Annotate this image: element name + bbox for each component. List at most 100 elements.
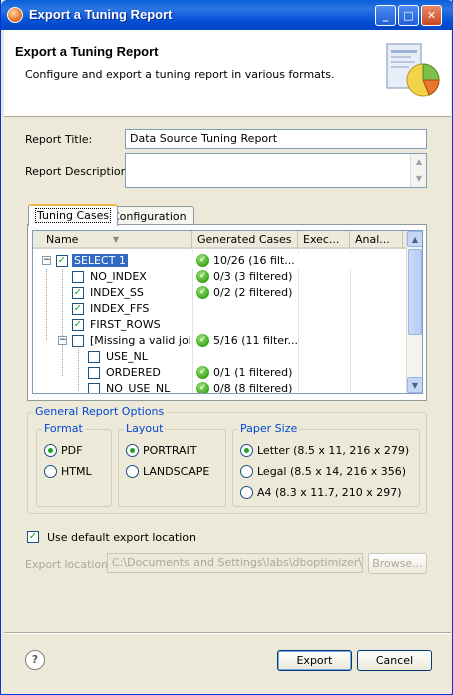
row-name: INDEX_SS [90,286,144,299]
column-header-executed[interactable]: Exec... [298,231,350,249]
report-description-label: Report Description: [25,165,132,178]
checkbox-index-ffs[interactable]: ✓ [72,303,84,315]
sort-icon: ▼ [113,235,120,244]
export-dialog: Export a Tuning Report _ □ ✕ Export a Tu… [0,0,453,695]
tab-tuning-cases[interactable]: Tuning Cases [28,204,119,226]
generated-cases: 0/8 (8 filtered) [213,382,293,394]
report-title-label: Report Title: [25,133,93,146]
table-row[interactable]: NO_USE_NL ✓ 0/8 (8 filtered) [33,381,408,394]
table-row[interactable]: ✓ INDEX_FFS [33,301,408,317]
maximize-icon: □ [403,9,414,22]
generated-cases: 0/1 (1 filtered) [213,366,293,379]
table-row[interactable]: USE_NL [33,349,408,365]
scroll-down-icon[interactable]: ▼ [407,377,422,393]
group-label: General Report Options [33,405,167,418]
window-title: Export a Tuning Report [29,7,173,22]
scroll-up-icon[interactable]: ▲ [407,231,422,247]
table-row[interactable]: − ✓ SELECT 1 ✓ 10/26 (16 filt... [33,253,408,269]
row-name: NO_USE_NL [106,382,171,394]
checkbox-no-index[interactable] [72,271,84,283]
success-icon: ✓ [196,270,209,283]
success-icon: ✓ [196,254,209,267]
radio-landscape-label[interactable]: LANDSCAPE [143,465,209,478]
table-row[interactable]: ✓ INDEX_SS ✓ 0/2 (2 filtered) [33,285,408,301]
wizard-header: Export a Tuning Report Configure and exp… [4,30,451,117]
radio-legal-label[interactable]: Legal (8.5 x 14, 216 x 356) [257,465,406,478]
radio-a4-label[interactable]: A4 (8.3 x 11.7, 210 x 297) [257,486,402,499]
table-row[interactable]: − [Missing a valid join c ✓ 5/16 (11 fil… [33,333,408,349]
layout-group: Layout PORTRAIT LANDSCAPE [118,422,226,507]
export-location-label: Export location: [25,558,112,571]
radio-a4[interactable] [240,486,253,499]
help-icon[interactable]: ? [25,650,45,670]
scroll-down-icon[interactable]: ▼ [411,171,427,187]
checkbox-first-rows[interactable]: ✓ [72,319,84,331]
scroll-thumb[interactable] [408,249,422,335]
report-chart-icon [386,43,440,97]
success-icon: ✓ [196,334,209,347]
table-row[interactable]: ORDERED ✓ 0/1 (1 filtered) [33,365,408,381]
close-button[interactable]: ✕ [421,5,442,26]
radio-html[interactable] [44,465,57,478]
collapse-icon[interactable]: − [58,336,67,345]
radio-landscape[interactable] [126,465,139,478]
row-name: INDEX_FFS [90,302,150,315]
page-description: Configure and export a tuning report in … [25,68,335,81]
tree-scrollbar[interactable]: ▲ ▼ [406,231,422,393]
column-header-analyzed[interactable]: Anal... [350,231,403,249]
maximize-button[interactable]: □ [398,5,419,26]
column-header-name[interactable]: Name ▼ [33,231,192,249]
radio-legal[interactable] [240,465,253,478]
row-name: ORDERED [106,366,161,379]
row-name: SELECT 1 [72,254,128,267]
checkbox-select-1[interactable]: ✓ [56,255,68,267]
tuning-cases-panel: Name ▼ Generated Cases Exec... Anal... −… [27,224,427,401]
title-bar[interactable]: Export a Tuning Report _ □ ✕ [1,0,453,30]
checkbox-index-ss[interactable]: ✓ [72,287,84,299]
layout-label: Layout [124,422,166,435]
checkbox-use-nl[interactable] [88,351,100,363]
format-label: Format [42,422,85,435]
description-scrollbar[interactable]: ▲ ▼ [410,154,426,187]
default-location-checkbox[interactable]: ✓ [27,531,39,543]
default-location-label[interactable]: Use default export location [47,531,196,544]
row-name: NO_INDEX [90,270,147,283]
checkbox-ordered[interactable] [88,367,100,379]
checkbox-missing-join[interactable] [72,335,84,347]
report-description-field[interactable]: ▲ ▼ [125,153,427,188]
row-name: USE_NL [106,350,148,363]
radio-letter-label[interactable]: Letter (8.5 x 11, 216 x 279) [257,444,409,457]
paper-size-group: Paper Size Letter (8.5 x 11, 216 x 279) … [232,422,420,507]
radio-portrait[interactable] [126,444,139,457]
export-location-field[interactable]: C:\Documents and Settings\labs\dboptimiz… [107,553,363,573]
row-name: FIRST_ROWS [90,318,161,331]
cancel-button[interactable]: Cancel [357,650,432,671]
generated-cases: 10/26 (16 filt... [213,254,295,267]
radio-portrait-label[interactable]: PORTRAIT [143,444,197,457]
tuning-cases-tree[interactable]: Name ▼ Generated Cases Exec... Anal... −… [32,230,423,394]
column-header-generated[interactable]: Generated Cases [192,231,298,249]
minimize-icon: _ [382,9,389,22]
table-row[interactable]: ✓ FIRST_ROWS [33,317,408,333]
paper-size-label: Paper Size [238,422,300,435]
generated-cases: 0/3 (3 filtered) [213,270,293,283]
radio-pdf-label[interactable]: PDF [61,444,82,457]
collapse-icon[interactable]: − [42,256,51,265]
tab-configuration[interactable]: Configuration [105,206,194,225]
format-group: Format PDF HTML [36,422,112,507]
success-icon: ✓ [196,366,209,379]
page-title: Export a Tuning Report [15,44,159,59]
report-title-field[interactable]: Data Source Tuning Report [125,129,427,149]
radio-letter[interactable] [240,444,253,457]
scroll-up-icon[interactable]: ▲ [411,154,427,170]
checkbox-no-use-nl[interactable] [88,383,100,393]
generated-cases: 0/2 (2 filtered) [213,286,293,299]
close-icon: ✕ [426,9,437,22]
radio-pdf[interactable] [44,444,57,457]
table-row[interactable]: NO_INDEX ✓ 0/3 (3 filtered) [33,269,408,285]
minimize-button[interactable]: _ [375,5,396,26]
general-report-options: General Report Options Format PDF HTML L… [27,405,427,514]
radio-html-label[interactable]: HTML [61,465,92,478]
export-button[interactable]: Export [277,650,352,671]
browse-button[interactable]: Browse... [368,553,427,574]
